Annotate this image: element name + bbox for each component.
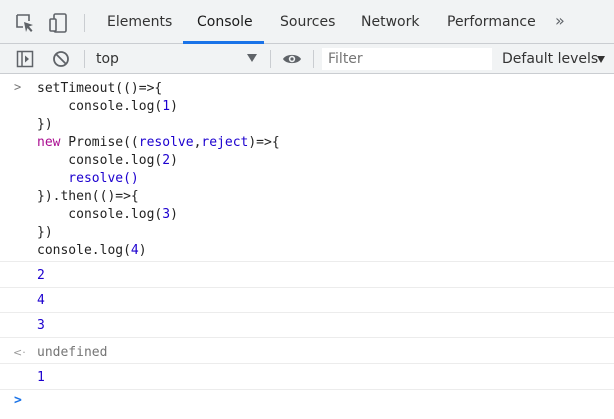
return-arrow-icon: <· [13,346,26,359]
clear-console-icon[interactable] [52,50,70,68]
tab-elements[interactable]: Elements [107,0,172,44]
log-output: 2 [0,263,614,288]
tab-sources[interactable]: Sources [280,0,335,44]
toolbar-separator [84,50,85,68]
code-line: new Promise((resolve,reject)=>{ [37,135,280,150]
context-selector[interactable]: top [96,44,119,74]
more-tabs-button[interactable]: » [555,0,565,44]
code-line: setTimeout(()=>{ [37,81,163,96]
console-prompt-icon[interactable]: > [14,393,22,408]
device-toolbar-icon[interactable] [48,12,70,34]
code-line: console.log(3) [37,207,178,222]
log-output: 4 [0,288,614,313]
log-value: 3 [37,318,45,333]
code-line: console.log(1) [37,99,178,114]
tab-separator [84,14,85,32]
code-line: }).then(()=>{ [37,189,139,204]
input-prompt-icon: > [14,80,22,94]
tab-console[interactable]: Console [197,0,253,44]
console-messages: > setTimeout(()=>{ console.log(1) }) new… [0,75,614,419]
toolbar-separator [270,50,271,68]
console-toolbar: top Default levels [0,44,614,74]
devtools-tabbar: Elements Console Sources Network Perform… [0,0,614,44]
live-expression-eye-icon[interactable] [282,50,302,68]
code-line: console.log(2) [37,153,178,168]
code-line: }) [37,117,53,132]
return-value: undefined [37,345,108,360]
log-value: 4 [37,293,45,308]
toolbar-separator [313,50,314,68]
return-value-row: <· undefined [0,339,614,364]
log-value: 1 [37,370,45,385]
tab-network[interactable]: Network [361,0,419,44]
log-levels-dropdown[interactable]: Default levels [502,44,598,74]
code-line: }) [37,225,53,240]
console-input-entry: > setTimeout(()=>{ console.log(1) }) new… [0,75,614,262]
filter-input[interactable] [322,48,492,70]
log-output: 1 [0,365,614,390]
context-dropdown-icon[interactable] [247,54,257,62]
levels-dropdown-icon[interactable] [597,56,605,63]
inspect-element-icon[interactable] [14,12,36,34]
sidebar-toggle-icon[interactable] [16,50,34,68]
code-line: resolve() [37,171,139,186]
tab-performance[interactable]: Performance [447,0,536,44]
log-output: 3 [0,313,614,338]
log-value: 2 [37,268,45,283]
code-line: console.log(4) [37,243,147,258]
